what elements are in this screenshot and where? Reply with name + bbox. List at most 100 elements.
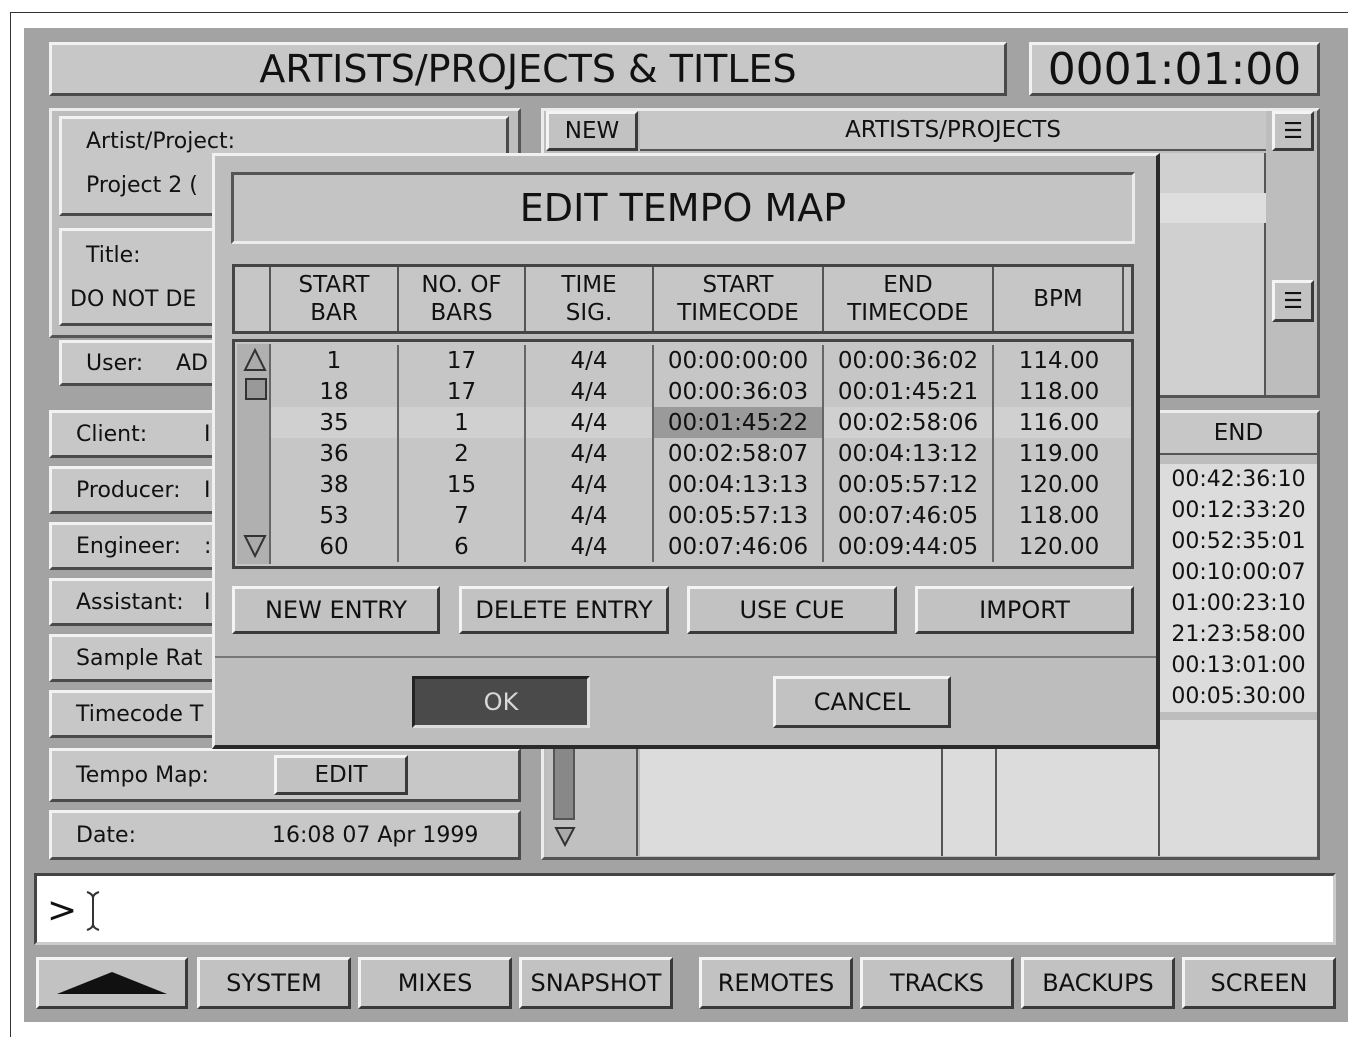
- end-time-value: 00:12:33:20: [1171, 498, 1306, 523]
- info-field-value: I: [204, 590, 211, 615]
- column-header-text: START: [702, 272, 774, 298]
- scroll-up-icon[interactable]: [243, 348, 267, 372]
- end-time-value: 00:42:36:10: [1171, 467, 1306, 492]
- column-header[interactable]: START BAR: [271, 267, 399, 331]
- end-time-value: 00:13:01:00: [1171, 653, 1306, 678]
- column-header-text: END: [883, 272, 933, 298]
- user-value: AD: [176, 351, 208, 376]
- table-cell: 18: [271, 376, 399, 407]
- table-cell: 17: [399, 376, 526, 407]
- dialog-title: EDIT TEMPO MAP: [231, 172, 1135, 244]
- table-row[interactable]: 35 1 4/4 00:01:45:22 00:02:58:06 116.00: [271, 407, 1131, 438]
- text-cursor-icon: [86, 891, 100, 931]
- use-cue-button[interactable]: USE CUE: [687, 586, 897, 634]
- table-cell: 00:00:36:02: [824, 345, 994, 376]
- table-cell: 4/4: [526, 376, 654, 407]
- table-cell: 4/4: [526, 531, 654, 562]
- command-input[interactable]: >: [34, 873, 1336, 945]
- list-side-icon[interactable]: ☰: [1272, 280, 1314, 322]
- column-header[interactable]: NO. OF BARS: [399, 267, 526, 331]
- tempo-map-label: Tempo Map:: [76, 763, 209, 788]
- column-header-text: BPM: [1033, 286, 1083, 312]
- date-row: Date: 16:08 07 Apr 1999: [49, 810, 521, 860]
- delete-entry-button[interactable]: DELETE ENTRY: [459, 586, 669, 634]
- ok-button[interactable]: OK: [412, 676, 590, 728]
- edit-tempo-button[interactable]: EDIT: [274, 755, 408, 795]
- title-value: DO NOT DE: [70, 287, 197, 312]
- table-cell: 00:07:46:06: [654, 531, 824, 562]
- timecode-text: 0001:01:00: [1047, 43, 1302, 95]
- nav-backups[interactable]: BACKUPS: [1021, 957, 1175, 1009]
- projects-list-area[interactable]: [1160, 153, 1266, 395]
- info-field-value: I: [204, 422, 211, 447]
- up-arrow-button[interactable]: [36, 957, 188, 1009]
- table-cell: 118.00: [1018, 502, 1100, 529]
- end-time-value: 00:52:35:01: [1171, 529, 1306, 554]
- table-cell: 2: [399, 438, 526, 469]
- nav-screen[interactable]: SCREEN: [1182, 957, 1336, 1009]
- table-cell: 17: [399, 345, 526, 376]
- column-header-text: BARS: [430, 300, 493, 326]
- tempo-map-row: Tempo Map: EDIT: [49, 748, 521, 802]
- new-project-button[interactable]: NEW: [546, 111, 638, 151]
- table-cell: 114.00: [1018, 347, 1100, 374]
- table-cell: 7: [399, 500, 526, 531]
- scroll-down-icon[interactable]: [243, 534, 267, 558]
- titles-scrollbar[interactable]: [553, 740, 575, 820]
- table-cell: 120.00: [1018, 533, 1100, 560]
- column-header[interactable]: END TIMECODE: [824, 267, 994, 331]
- end-time-value: 00:05:30:00: [1171, 684, 1306, 709]
- column-header-text: TIME: [561, 272, 617, 298]
- list-item[interactable]: [1160, 193, 1266, 223]
- end-list-filler: [1160, 720, 1317, 856]
- info-field-label: Timecode T: [76, 702, 204, 727]
- nav-system[interactable]: SYSTEM: [197, 957, 351, 1009]
- nav-remotes[interactable]: REMOTES: [699, 957, 853, 1009]
- nav-mixes[interactable]: MIXES: [358, 957, 512, 1009]
- tempo-table[interactable]: 1 17 4/4 00:00:00:00 00:00:36:02 114.00 18 17 4/…: [232, 339, 1134, 569]
- table-cell: 00:02:58:07: [654, 438, 824, 469]
- table-cell: 00:05:57:12: [824, 469, 994, 500]
- list-menu-icon[interactable]: ☰: [1272, 111, 1314, 151]
- table-cell: 00:04:13:12: [824, 438, 994, 469]
- table-cell: 36: [271, 438, 399, 469]
- cancel-button[interactable]: CANCEL: [773, 676, 951, 728]
- table-cell: 118.00: [1018, 378, 1100, 405]
- date-label: Date:: [76, 823, 136, 848]
- nav-tracks[interactable]: TRACKS: [860, 957, 1014, 1009]
- column-header[interactable]: TIME SIG.: [526, 267, 654, 331]
- table-scrollbar[interactable]: [237, 344, 271, 564]
- import-button[interactable]: IMPORT: [915, 586, 1134, 634]
- info-field-label: Sample Rat: [76, 646, 203, 671]
- table-row[interactable]: 60 6 4/4 00:07:46:06 00:09:44:05 120.00: [271, 531, 1131, 562]
- table-cell: 116.00: [1018, 409, 1100, 436]
- table-cell: 00:04:13:13: [654, 469, 824, 500]
- table-row[interactable]: 36 2 4/4 00:02:58:07 00:04:13:12 119.00: [271, 438, 1131, 469]
- table-row[interactable]: 1 17 4/4 00:00:00:00 00:00:36:02 114.00: [271, 345, 1131, 376]
- scroll-thumb[interactable]: [245, 378, 267, 400]
- column-header-text: BAR: [310, 300, 358, 326]
- column-header[interactable]: START TIMECODE: [654, 267, 824, 331]
- page-title-text: ARTISTS/PROJECTS & TITLES: [259, 47, 797, 91]
- table-row[interactable]: 38 15 4/4 00:04:13:13 00:05:57:12 120.00: [271, 469, 1131, 500]
- header-spacer: [235, 267, 271, 331]
- end-times-list: 00:42:36:10 00:12:33:20 00:52:35:01 00:10:0…: [1160, 464, 1317, 712]
- scroll-down-icon[interactable]: [553, 824, 577, 848]
- table-cell: 1: [399, 407, 526, 438]
- info-field-label: Engineer:: [76, 534, 182, 559]
- nav-snapshot[interactable]: SNAPSHOT: [519, 957, 673, 1009]
- column-header-text: SIG.: [565, 300, 613, 326]
- table-cell: 4/4: [526, 407, 654, 438]
- column-header[interactable]: BPM: [994, 267, 1124, 331]
- new-entry-button[interactable]: NEW ENTRY: [232, 586, 440, 634]
- projects-list-title: ARTISTS/PROJECTS: [640, 111, 1266, 151]
- up-arrow-icon: [57, 972, 167, 994]
- table-row[interactable]: 18 17 4/4 00:00:36:03 00:01:45:21 118.00: [271, 376, 1131, 407]
- table-cell: 35: [271, 407, 399, 438]
- table-cell: 00:09:44:05: [824, 531, 994, 562]
- table-cell: 53: [271, 500, 399, 531]
- table-cell: 00:02:58:06: [824, 407, 994, 438]
- table-row[interactable]: 53 7 4/4 00:05:57:13 00:07:46:05 118.00: [271, 500, 1131, 531]
- tempo-table-header: START BAR NO. OF BARS TIME SIG. START TIMECODE E…: [232, 264, 1134, 334]
- date-value: 16:08 07 Apr 1999: [272, 823, 479, 848]
